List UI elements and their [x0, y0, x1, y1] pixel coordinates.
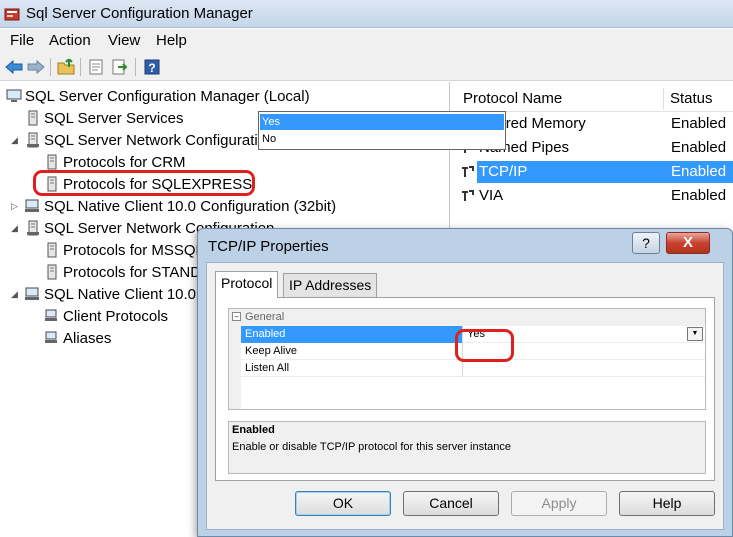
- protocol-status: Enabled: [671, 139, 727, 156]
- toolbar: ?: [0, 53, 733, 81]
- property-description: Enabled Enable or disable TCP/IP protoco…: [228, 421, 706, 474]
- tree-item-label: Protocols for CRM: [63, 153, 186, 171]
- apply-button[interactable]: Apply: [511, 491, 607, 516]
- tree-item-protocols-stand[interactable]: Protocols for STAND: [44, 261, 201, 283]
- tree-item-label: Protocols for MSSQL: [63, 241, 204, 259]
- help-button[interactable]: Help: [619, 491, 715, 516]
- toolbar-separator: [135, 58, 136, 76]
- app-icon: [4, 8, 20, 21]
- help-icon[interactable]: ?: [142, 57, 162, 77]
- dropdown-option-yes[interactable]: Yes: [260, 114, 504, 130]
- tree-item-label: SQL Native Client 10.0 C: [44, 285, 212, 303]
- tree-item-label: SQL Server Configuration Manager (Local): [25, 87, 310, 105]
- alias-icon: [44, 329, 60, 347]
- protocol-icon: [44, 241, 60, 259]
- description-text: Enable or disable TCP/IP protocol for th…: [232, 441, 512, 453]
- up-folder-icon[interactable]: [56, 57, 76, 77]
- protocol-name: TCP/IP: [479, 163, 528, 180]
- svg-text:?: ?: [148, 61, 155, 75]
- annotation-circle-yes: [455, 329, 514, 362]
- client-protocol-icon: [44, 307, 60, 325]
- toolbar-separator: [80, 58, 81, 76]
- tree-item-services[interactable]: SQL Server Services: [25, 107, 184, 129]
- tree-item-label: SQL Native Client 10.0 Configuration (32…: [44, 197, 337, 215]
- enabled-dropdown-list: Yes No: [258, 111, 506, 150]
- protocol-status: Enabled: [671, 115, 727, 132]
- menu-help[interactable]: Help: [156, 32, 187, 49]
- dialog-close-button[interactable]: X: [666, 232, 710, 254]
- property-value[interactable]: [464, 360, 705, 377]
- column-divider[interactable]: [663, 88, 664, 110]
- collapse-box-icon[interactable]: −: [232, 312, 241, 321]
- column-header-protocol-name[interactable]: Protocol Name: [463, 90, 562, 107]
- property-name: Listen All: [241, 360, 463, 377]
- computer-icon: [6, 87, 22, 105]
- export-icon[interactable]: [110, 57, 130, 77]
- property-name: Keep Alive: [241, 343, 463, 360]
- column-header-status[interactable]: Status: [670, 90, 713, 107]
- back-arrow-icon[interactable]: [4, 57, 24, 77]
- server-icon: [25, 131, 41, 149]
- tcpip-properties-dialog: TCP/IP Properties ? X Protocol IP Addres…: [197, 228, 733, 537]
- tree-item-aliases[interactable]: Aliases: [44, 327, 111, 349]
- forward-arrow-icon[interactable]: [26, 57, 46, 77]
- tree-item-label: Protocols for STAND: [63, 263, 202, 281]
- table-row[interactable]: VIA Enabled: [457, 185, 733, 207]
- property-row-listen-all[interactable]: Listen All: [241, 360, 705, 377]
- protocol-icon: [44, 263, 60, 281]
- tree-item-label: Client Protocols: [63, 307, 169, 325]
- menu-file[interactable]: File: [10, 32, 34, 49]
- table-row-selected[interactable]: TCP/IP Enabled: [457, 161, 733, 183]
- property-category: − General: [229, 309, 705, 326]
- description-title: Enabled: [232, 424, 275, 436]
- menu-action[interactable]: Action: [49, 32, 91, 49]
- protocol-plug-icon: [462, 190, 474, 201]
- list-header: Protocol Name Status: [453, 86, 733, 112]
- ok-button[interactable]: OK: [295, 491, 391, 516]
- tab-protocol[interactable]: Protocol: [215, 271, 279, 298]
- protocol-status: Enabled: [671, 187, 727, 204]
- server-icon: [25, 109, 41, 127]
- protocol-plug-icon: [462, 166, 474, 177]
- window-title: Sql Server Configuration Manager: [26, 5, 253, 22]
- tree-item-label: Aliases: [63, 329, 112, 347]
- tree-item-client-protocols[interactable]: Client Protocols: [44, 305, 168, 327]
- tab-ip-addresses[interactable]: IP Addresses: [283, 273, 378, 297]
- tab-panel-protocol: − General Enabled Yes ▼ Keep Alive Liste…: [215, 297, 715, 481]
- expanded-arrow-icon[interactable]: ◢: [11, 289, 18, 300]
- dialog-help-button[interactable]: ?: [632, 232, 660, 254]
- cancel-button[interactable]: Cancel: [403, 491, 499, 516]
- category-label: General: [245, 311, 285, 323]
- dialog-title: TCP/IP Properties: [208, 238, 329, 255]
- client-icon: [25, 285, 41, 303]
- properties-icon[interactable]: [86, 57, 106, 77]
- tree-item-root[interactable]: SQL Server Configuration Manager (Local): [6, 85, 310, 107]
- toolbar-separator: [50, 58, 51, 76]
- dropdown-option-no[interactable]: No: [260, 131, 504, 147]
- protocol-status: Enabled: [671, 163, 727, 180]
- server-icon: [25, 219, 41, 237]
- window-titlebar: Sql Server Configuration Manager: [0, 0, 733, 28]
- protocol-name: VIA: [479, 187, 504, 204]
- menu-view[interactable]: View: [108, 32, 140, 49]
- menu-bar: File Action View Help: [0, 29, 733, 53]
- collapsed-arrow-icon[interactable]: ▷: [11, 201, 18, 212]
- dropdown-arrow-icon[interactable]: ▼: [687, 327, 703, 341]
- tree-item-protocols-mssql[interactable]: Protocols for MSSQL: [44, 239, 204, 261]
- tree-item-label: SQL Server Services: [44, 109, 184, 127]
- expanded-arrow-icon[interactable]: ◢: [11, 223, 18, 234]
- property-grid-gutter: [229, 326, 241, 409]
- protocol-icon: [44, 153, 60, 171]
- tree-item-native-client[interactable]: ◢ SQL Native Client 10.0 C: [11, 283, 212, 305]
- client-icon: [25, 197, 41, 215]
- tree-item-native-client-32bit[interactable]: ▷ SQL Native Client 10.0 Configuration (…: [11, 195, 337, 217]
- property-name: Enabled: [241, 326, 463, 343]
- dialog-body: Protocol IP Addresses − General Enabled …: [206, 262, 724, 530]
- expanded-arrow-icon[interactable]: ◢: [11, 135, 18, 146]
- annotation-circle-sqlexpress: [33, 170, 255, 196]
